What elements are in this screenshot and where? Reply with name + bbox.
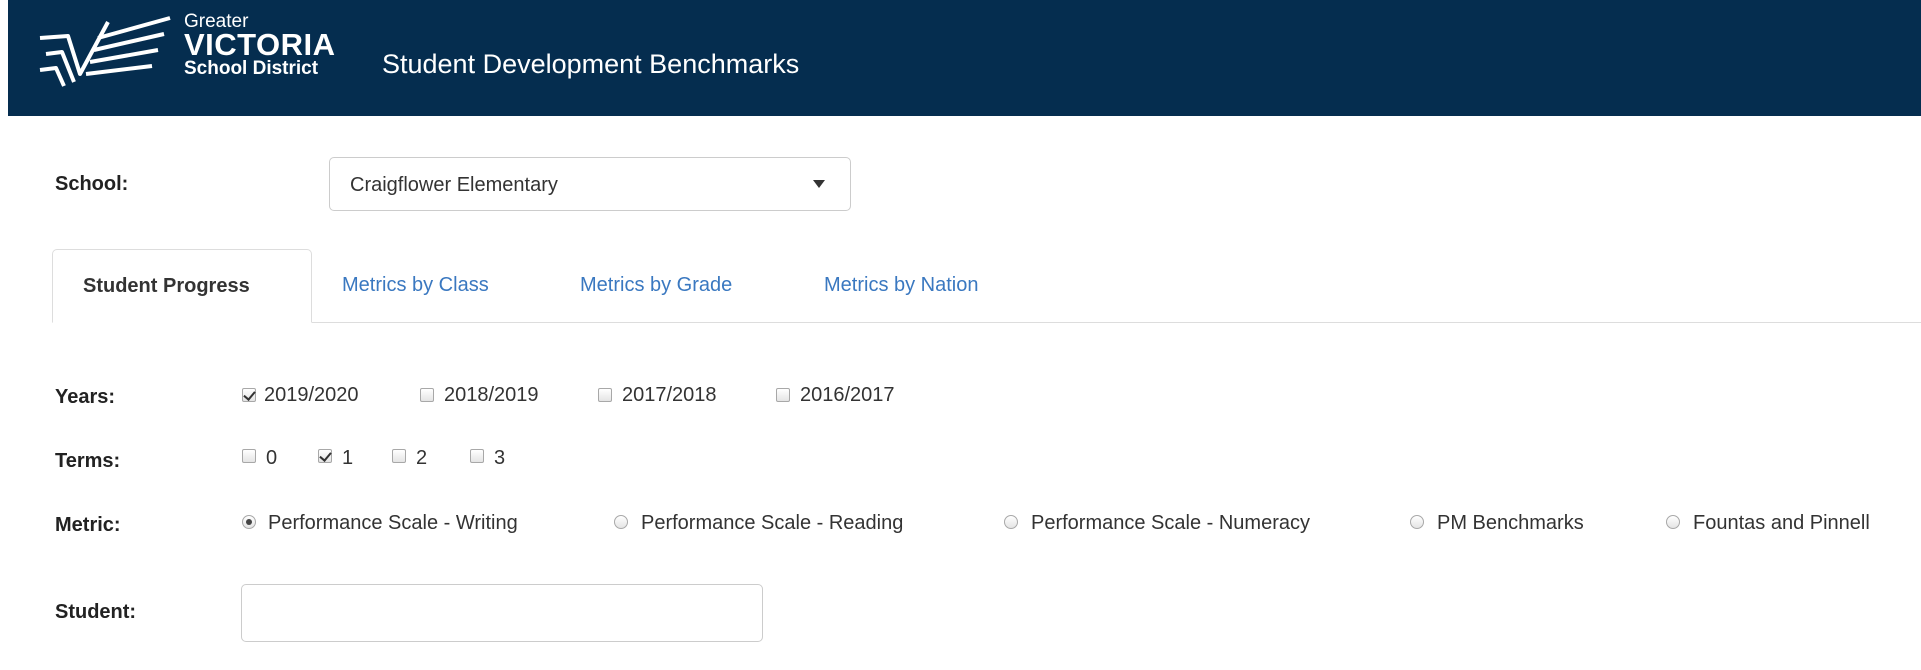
metric-writing-radio[interactable] bbox=[242, 515, 256, 529]
logo-wings-icon bbox=[39, 16, 171, 87]
year-2016-2017-checkbox[interactable] bbox=[776, 388, 790, 402]
terms-label: Terms: bbox=[55, 450, 121, 472]
school-select[interactable]: Craigflower Elementary bbox=[329, 157, 851, 211]
years-label: Years: bbox=[55, 386, 116, 408]
school-select-value: Craigflower Elementary bbox=[350, 174, 558, 196]
term-option-label: 3 bbox=[494, 447, 506, 469]
district-logo[interactable]: Greater VICTORIA School District bbox=[38, 10, 348, 104]
year-option-label: 2017/2018 bbox=[622, 384, 717, 406]
metric-option-label: Fountas and Pinnell bbox=[1693, 512, 1870, 534]
term-0-checkbox[interactable] bbox=[242, 449, 256, 463]
logo-line-victoria: VICTORIA bbox=[184, 27, 336, 62]
tab-student-progress[interactable]: Student Progress bbox=[52, 249, 312, 323]
metric-pm-benchmarks-radio[interactable] bbox=[1410, 515, 1424, 529]
metric-option-label: Performance Scale - Numeracy bbox=[1031, 512, 1310, 534]
tab-label: Student Progress bbox=[83, 275, 250, 297]
school-label: School: bbox=[55, 173, 129, 195]
year-option-label: 2016/2017 bbox=[800, 384, 895, 406]
metric-fountas-pinnell-radio[interactable] bbox=[1666, 515, 1680, 529]
student-label: Student: bbox=[55, 601, 137, 623]
metric-option-label: Performance Scale - Writing bbox=[268, 512, 518, 534]
logo-text: Greater VICTORIA School District bbox=[184, 12, 336, 78]
metric-reading-radio[interactable] bbox=[614, 515, 628, 529]
term-2-checkbox[interactable] bbox=[392, 449, 406, 463]
logo-line-district: School District bbox=[184, 58, 319, 79]
caret-down-icon bbox=[813, 180, 825, 188]
tab-metrics-by-class[interactable]: Metrics by Class bbox=[312, 249, 530, 323]
year-2017-2018-checkbox[interactable] bbox=[598, 388, 612, 402]
term-option-label: 1 bbox=[342, 447, 354, 469]
metric-option-label: PM Benchmarks bbox=[1437, 512, 1584, 534]
app-header: Greater VICTORIA School District Student… bbox=[8, 0, 1921, 116]
year-2018-2019-checkbox[interactable] bbox=[420, 388, 434, 402]
term-3-checkbox[interactable] bbox=[470, 449, 484, 463]
term-option-label: 2 bbox=[416, 447, 428, 469]
term-1-checkbox[interactable] bbox=[318, 449, 332, 463]
page-title: Student Development Benchmarks bbox=[382, 49, 800, 79]
tab-label: Metrics by Nation bbox=[824, 274, 979, 296]
metric-numeracy-radio[interactable] bbox=[1004, 515, 1018, 529]
tab-label: Metrics by Grade bbox=[580, 274, 733, 296]
year-option-label: 2019/2020 bbox=[264, 384, 359, 406]
year-option-label: 2018/2019 bbox=[444, 384, 539, 406]
tab-metrics-by-nation[interactable]: Metrics by Nation bbox=[800, 249, 1040, 323]
metric-label: Metric: bbox=[55, 514, 121, 536]
student-search-input[interactable] bbox=[241, 584, 763, 642]
year-2019-2020-checkbox[interactable] bbox=[242, 388, 256, 402]
tab-label: Metrics by Class bbox=[342, 274, 489, 296]
term-option-label: 0 bbox=[266, 447, 278, 469]
tab-metrics-by-grade[interactable]: Metrics by Grade bbox=[556, 249, 776, 323]
metric-option-label: Performance Scale - Reading bbox=[641, 512, 904, 534]
